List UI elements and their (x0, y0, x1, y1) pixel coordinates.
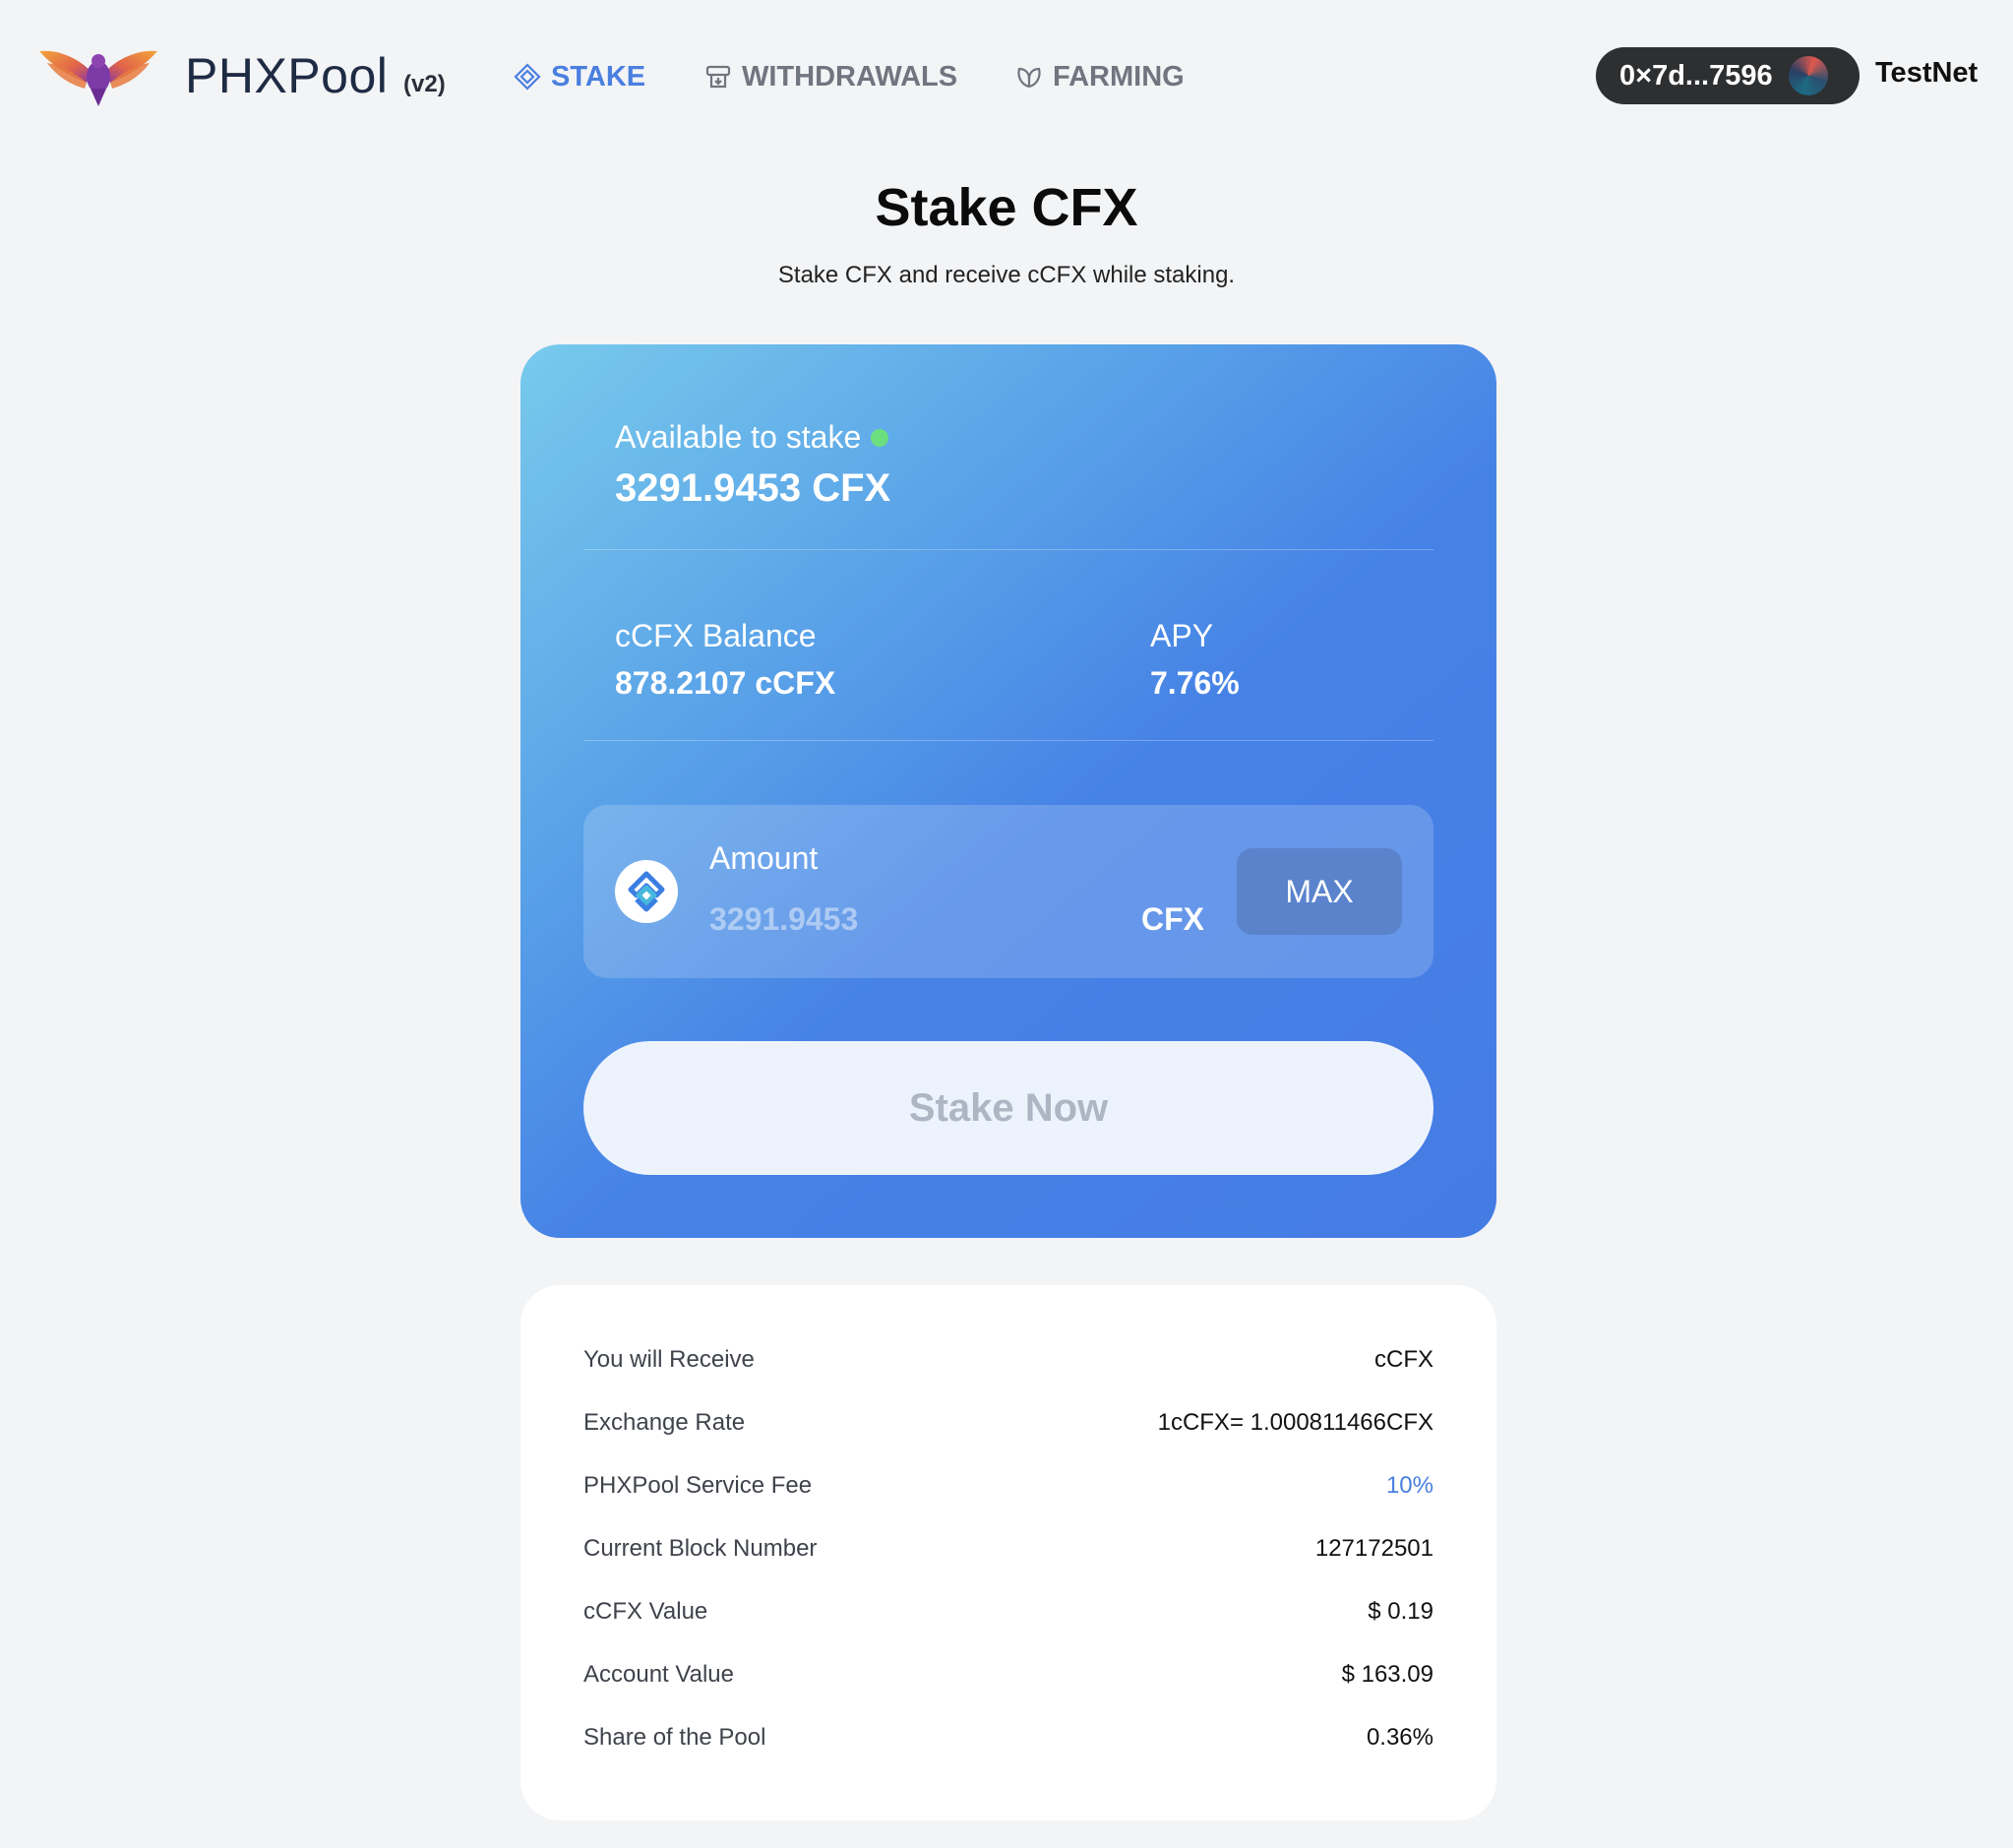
info-value: $ 0.19 (1368, 1598, 1434, 1625)
info-label: Account Value (583, 1661, 734, 1688)
info-row-receive: You will Receive cCFX (583, 1340, 1434, 1380)
online-status-dot-icon (871, 428, 889, 447)
info-label: You will Receive (583, 1346, 755, 1373)
top-nav-bar: PHXPool (v2) STAKE WITHDRAWALS FARMING 0… (0, 0, 2013, 154)
info-value: 0.36% (1366, 1724, 1434, 1751)
info-row-exchange-rate: Exchange Rate 1cCFX= 1.000811466CFX (583, 1403, 1434, 1443)
amount-input[interactable] (709, 895, 1123, 943)
ccfx-balance-label: cCFX Balance (615, 618, 817, 653)
cfx-token-icon (615, 860, 678, 923)
nav-tab-label: STAKE (551, 60, 646, 92)
apy-value: 7.76% (1150, 665, 1240, 701)
phoenix-logo-icon[interactable] (37, 43, 159, 108)
amount-label: Amount (709, 840, 819, 876)
withdraw-icon (705, 65, 731, 89)
nav-tab-label: WITHDRAWALS (742, 60, 958, 92)
nav-tab-withdrawals[interactable]: WITHDRAWALS (704, 57, 957, 96)
info-value: 127172501 (1314, 1535, 1434, 1562)
nav-tab-stake[interactable]: STAKE (514, 57, 645, 96)
wallet-avatar-icon (1788, 56, 1828, 95)
version-label: (v2) (403, 71, 446, 97)
amount-input-box: Amount CFX MAX (583, 805, 1434, 978)
page-title: Stake CFX (875, 178, 1138, 237)
info-row-account-value: Account Value $ 163.09 (583, 1655, 1434, 1694)
available-label-text: Available to stake (615, 419, 862, 455)
stake-diamond-icon (514, 63, 541, 91)
wallet-address-button[interactable]: 0×7d...7596 (1596, 47, 1860, 104)
max-button[interactable]: MAX (1237, 848, 1402, 935)
available-to-stake-value: 3291.9453 CFX (615, 466, 891, 510)
info-row-service-fee: PHXPool Service Fee 10% (583, 1466, 1434, 1506)
info-row-ccfx-value: cCFX Value $ 0.19 (583, 1592, 1434, 1632)
info-row-pool-share: Share of the Pool 0.36% (583, 1718, 1434, 1757)
apy-label: APY (1150, 618, 1214, 653)
info-value: cCFX (1374, 1346, 1434, 1373)
info-value: $ 163.09 (1341, 1661, 1434, 1688)
amount-unit: CFX (1141, 901, 1204, 937)
network-indicator[interactable]: TestNet (1875, 57, 1978, 90)
info-label: Share of the Pool (583, 1724, 766, 1751)
wallet-address: 0×7d...7596 (1619, 59, 1773, 92)
info-row-block-number: Current Block Number 127172501 (583, 1529, 1434, 1569)
stake-now-button[interactable]: Stake Now (583, 1041, 1434, 1175)
info-label: cCFX Value (583, 1598, 708, 1625)
info-value: 1cCFX= 1.000811466CFX (1157, 1409, 1434, 1436)
info-label: PHXPool Service Fee (583, 1472, 813, 1499)
stake-card: Available to stake 3291.9453 CFX cCFX Ba… (520, 344, 1496, 1238)
available-to-stake-label: Available to stake (615, 419, 889, 456)
nav-tab-farming[interactable]: FARMING (1015, 57, 1185, 96)
divider (583, 740, 1434, 741)
leaf-icon (1017, 67, 1041, 89)
brand-name[interactable]: PHXPool (185, 47, 388, 104)
nav-tab-label: FARMING (1053, 60, 1185, 92)
page-subtitle: Stake CFX and receive cCFX while staking… (777, 262, 1236, 288)
stake-info-card: You will Receive cCFX Exchange Rate 1cCF… (520, 1285, 1496, 1820)
service-fee-link[interactable]: 10% (1386, 1472, 1434, 1500)
ccfx-balance-value: 878.2107 cCFX (615, 665, 836, 701)
divider (583, 549, 1434, 550)
info-label: Exchange Rate (583, 1409, 746, 1436)
info-label: Current Block Number (583, 1535, 818, 1562)
